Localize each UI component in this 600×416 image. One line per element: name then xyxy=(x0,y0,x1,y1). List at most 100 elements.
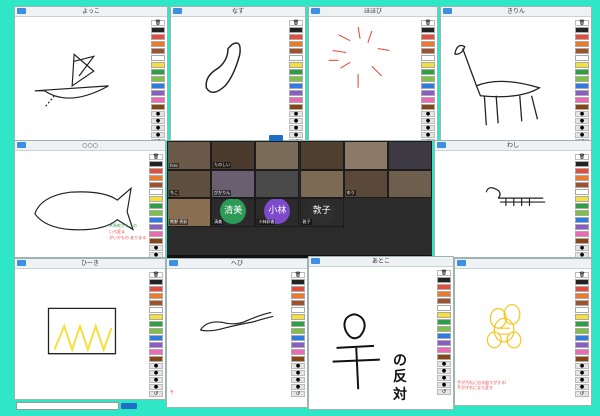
color-swatch-9[interactable] xyxy=(575,224,589,230)
dot-small-icon[interactable]: ● xyxy=(291,384,305,390)
color-swatch-10[interactable] xyxy=(575,97,589,103)
eraser-icon[interactable]: ● xyxy=(575,245,589,251)
dot-small-icon[interactable]: ● xyxy=(149,384,163,390)
color-swatch-4[interactable] xyxy=(291,307,305,313)
color-swatch-9[interactable] xyxy=(151,90,165,96)
color-swatch-7[interactable] xyxy=(575,210,589,216)
color-swatch-6[interactable] xyxy=(291,321,305,327)
dot-small-icon[interactable]: ● xyxy=(575,132,589,138)
trash-icon[interactable]: 🗑 xyxy=(421,20,435,26)
color-swatch-4[interactable] xyxy=(421,55,435,61)
dot-medium-icon[interactable]: ● xyxy=(151,125,165,131)
color-swatch-3[interactable] xyxy=(575,182,589,188)
drawing-panel-1[interactable]: よっこ 🗑●●●●↺ xyxy=(14,6,168,141)
trash-icon[interactable]: 🗑 xyxy=(149,154,163,160)
drawing-canvas[interactable] xyxy=(15,269,147,399)
eraser-icon[interactable]: ● xyxy=(437,361,451,367)
color-swatch-4[interactable] xyxy=(575,307,589,313)
color-swatch-10[interactable] xyxy=(575,231,589,237)
undo-icon[interactable]: ↺ xyxy=(149,391,163,397)
undo-icon[interactable]: ↺ xyxy=(575,391,589,397)
dot-large-icon[interactable]: ● xyxy=(151,118,165,124)
color-swatch-8[interactable] xyxy=(149,335,163,341)
color-swatch-7[interactable] xyxy=(151,76,165,82)
color-swatch-8[interactable] xyxy=(575,83,589,89)
drawing-panel-2[interactable]: なす 🗑●●●●↺ xyxy=(170,6,306,141)
color-swatch-6[interactable] xyxy=(149,203,163,209)
color-swatch-0[interactable] xyxy=(575,279,589,285)
video-tile[interactable] xyxy=(387,169,432,198)
drawing-panel-4[interactable]: きりん 🗑●●●●↺ xyxy=(440,6,592,141)
color-swatch-4[interactable] xyxy=(289,55,303,61)
color-swatch-11[interactable] xyxy=(151,104,165,110)
color-swatch-9[interactable] xyxy=(289,90,303,96)
dot-large-icon[interactable]: ● xyxy=(437,368,451,374)
color-swatch-1[interactable] xyxy=(575,34,589,40)
drawing-panel-9[interactable]: あとこ の 反 対 🗑 ● ● ● ● ↺ xyxy=(308,256,454,410)
dot-medium-icon[interactable]: ● xyxy=(149,377,163,383)
trash-icon[interactable]: 🗑 xyxy=(575,272,589,278)
color-swatch-6[interactable] xyxy=(575,203,589,209)
video-tile[interactable]: ちこ xyxy=(167,169,212,198)
color-swatch-4[interactable] xyxy=(149,189,163,195)
color-swatch-5[interactable] xyxy=(149,196,163,202)
color-swatch-1[interactable] xyxy=(149,168,163,174)
eraser-icon[interactable]: ● xyxy=(149,363,163,369)
drawing-canvas[interactable] xyxy=(441,17,571,140)
color-swatch-1[interactable] xyxy=(149,286,163,292)
video-tile[interactable] xyxy=(343,141,388,170)
drawing-canvas[interactable] xyxy=(167,269,289,407)
color-swatch-3[interactable] xyxy=(421,48,435,54)
color-swatch-8[interactable] xyxy=(575,335,589,341)
color-swatch-11[interactable] xyxy=(149,238,163,244)
dot-large-icon[interactable]: ● xyxy=(149,370,163,376)
drawing-canvas[interactable] xyxy=(15,151,147,257)
color-swatch-8[interactable] xyxy=(289,83,303,89)
dot-small-icon[interactable]: ● xyxy=(421,132,435,138)
dot-large-icon[interactable]: ● xyxy=(575,118,589,124)
undo-icon[interactable]: ↺ xyxy=(291,391,305,397)
color-swatch-7[interactable] xyxy=(437,326,451,332)
color-swatch-9[interactable] xyxy=(421,90,435,96)
color-swatch-10[interactable] xyxy=(149,349,163,355)
dot-medium-icon[interactable]: ● xyxy=(575,125,589,131)
color-swatch-3[interactable] xyxy=(437,298,451,304)
color-swatch-2[interactable] xyxy=(149,175,163,181)
video-tile[interactable] xyxy=(387,141,432,170)
color-swatch-5[interactable] xyxy=(575,196,589,202)
dot-large-icon[interactable]: ● xyxy=(575,370,589,376)
trash-icon[interactable]: 🗑 xyxy=(437,270,451,276)
color-swatch-6[interactable] xyxy=(421,69,435,75)
color-swatch-1[interactable] xyxy=(151,34,165,40)
bottom-text-input[interactable] xyxy=(16,402,119,410)
color-swatch-8[interactable] xyxy=(291,335,305,341)
color-swatch-9[interactable] xyxy=(149,224,163,230)
color-swatch-4[interactable] xyxy=(575,55,589,61)
color-swatch-0[interactable] xyxy=(289,27,303,33)
color-swatch-8[interactable] xyxy=(575,217,589,223)
video-tile[interactable]: 熊野 秀彩 xyxy=(167,198,212,227)
drawing-canvas[interactable] xyxy=(435,151,569,257)
color-swatch-0[interactable] xyxy=(421,27,435,33)
color-swatch-11[interactable] xyxy=(437,354,451,360)
color-swatch-6[interactable] xyxy=(151,69,165,75)
color-swatch-1[interactable] xyxy=(575,168,589,174)
color-swatch-11[interactable] xyxy=(575,356,589,362)
color-swatch-11[interactable] xyxy=(149,356,163,362)
color-swatch-10[interactable] xyxy=(151,97,165,103)
color-swatch-7[interactable] xyxy=(291,328,305,334)
dot-small-icon[interactable]: ● xyxy=(289,132,303,138)
dot-small-icon[interactable]: ● xyxy=(151,132,165,138)
color-swatch-11[interactable] xyxy=(575,104,589,110)
color-swatch-5[interactable] xyxy=(289,62,303,68)
color-swatch-4[interactable] xyxy=(149,307,163,313)
dot-medium-icon[interactable]: ● xyxy=(289,125,303,131)
eraser-icon[interactable]: ● xyxy=(291,363,305,369)
drawing-panel-5[interactable]: ○○○ 🗑●●●●↺ 木馬蛇からこの いろ変ま がいかもの ありまる xyxy=(14,140,166,258)
color-swatch-7[interactable] xyxy=(289,76,303,82)
color-swatch-1[interactable] xyxy=(421,34,435,40)
color-swatch-6[interactable] xyxy=(437,319,451,325)
color-swatch-4[interactable] xyxy=(437,305,451,311)
eraser-icon[interactable]: ● xyxy=(575,111,589,117)
color-swatch-5[interactable] xyxy=(421,62,435,68)
